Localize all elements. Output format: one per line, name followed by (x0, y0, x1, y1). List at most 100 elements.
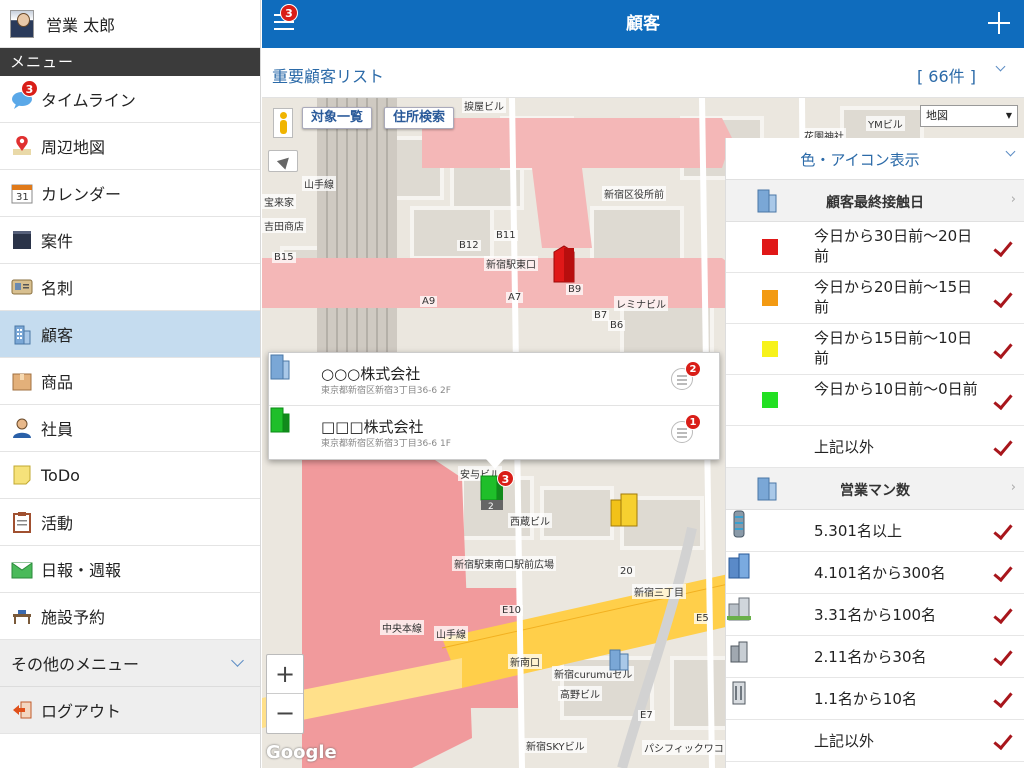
popup-customer-row[interactable]: ○○○株式会社 東京都新宿区新宿3丁目36-6 2F 2 (269, 353, 719, 406)
sidebar-item-facility-booking[interactable]: 施設予約 (0, 593, 260, 640)
top-bar: 3 顧客 (262, 0, 1024, 48)
map-label: 西蔵ビル (508, 513, 552, 528)
customer-marker-blue[interactable] (608, 646, 630, 672)
legend-label: 5.301名以上 (814, 522, 902, 540)
sidebar-item-employees[interactable]: 社員 (0, 405, 260, 452)
sidebar-item-timeline[interactable]: 3 タイムライン (0, 76, 260, 123)
logout-button[interactable]: ログアウト (0, 687, 260, 734)
medium-building-icon (727, 597, 751, 621)
business-card-icon (11, 276, 33, 298)
check-icon (993, 561, 1013, 583)
customer-name: ○○○株式会社 (321, 365, 421, 383)
legend-row[interactable]: 上記以外 (726, 720, 1024, 762)
legend-label: 今日から30日前〜20日前 (814, 227, 973, 265)
legend-section-last-contact[interactable]: 顧客最終接触日 › (726, 180, 1024, 222)
map-label: 吉田商店 (262, 218, 306, 233)
sidebar-item-label: 顧客 (41, 326, 74, 345)
large-building-icon (728, 553, 750, 579)
sidebar-item-calendar[interactable]: 31 カレンダー (0, 170, 260, 217)
color-swatch-red (762, 239, 778, 255)
legend-row[interactable]: 2.11名から30名 (726, 636, 1024, 678)
map-label: 山手線 (302, 176, 336, 191)
customer-marker-yellow[interactable] (609, 492, 641, 528)
calendar-icon: 31 (11, 182, 33, 204)
chevron-right-icon: › (1010, 192, 1016, 207)
facility-icon (11, 605, 33, 627)
map-label: 新宿SKYビル (524, 738, 587, 753)
legend-title: 色・アイコン表示 (800, 151, 920, 169)
sidebar-item-customers[interactable]: 顧客 (0, 311, 260, 358)
map-label: A9 (420, 296, 438, 307)
task-badge: 2 (685, 361, 701, 377)
legend-toggle[interactable]: 色・アイコン表示 (726, 138, 1024, 180)
legend-label: 今日から10日前〜0日前 (814, 380, 978, 398)
sidebar-item-nearby-map[interactable]: 周辺地図 (0, 123, 260, 170)
other-menu-toggle[interactable]: その他のメニュー (0, 640, 260, 687)
map-label: 新南口 (508, 654, 542, 669)
marker-badge: 3 (497, 470, 514, 487)
avatar (10, 9, 34, 38)
legend-row[interactable]: 5.301名以上 (726, 510, 1024, 552)
check-icon (993, 603, 1013, 625)
popup-customer-row[interactable]: □□□株式会社 東京都新宿区新宿3丁目36-6 1F 1 (269, 406, 719, 459)
timeline-badge: 3 (21, 80, 38, 97)
sidebar-item-activities[interactable]: 活動 (0, 499, 260, 546)
legend-label: 上記以外 (814, 438, 875, 456)
sidebar-item-todo[interactable]: ToDo (0, 452, 260, 499)
legend-row[interactable]: 今日から10日前〜0日前 (726, 375, 1024, 426)
legend-row[interactable]: 4.101名から300名 (726, 552, 1024, 594)
chevron-right-icon: › (1010, 480, 1016, 495)
tower-building-icon (733, 510, 745, 538)
map-label: B15 (272, 252, 296, 263)
legend-label: 今日から20日前〜15日前 (814, 278, 973, 316)
app: 営業 太郎 メニュー 3 タイムライン 周辺地図 31 カレンダー 案件 名刺 … (0, 0, 1024, 768)
sidebar-item-label: 商品 (41, 373, 74, 392)
page-title: 顧客 (626, 14, 660, 34)
sidebar-item-label: 社員 (41, 420, 74, 439)
list-name: 重要顧客リスト (272, 67, 385, 86)
map-view[interactable]: 新宿区役所前 新宿駅東口 レミナビル 山手線 宝来家 吉田商店 新宿駅東南口駅前… (262, 98, 1024, 768)
legend-row[interactable]: 今日から20日前〜15日前 (726, 273, 1024, 324)
address-search-button[interactable]: 住所検索 (384, 107, 455, 129)
legend-row[interactable]: 上記以外 (726, 426, 1024, 468)
sidebar-item-label: タイムライン (41, 91, 136, 110)
person-icon (11, 417, 33, 439)
map-label: 20 (618, 566, 635, 577)
zoom-control: + − (266, 654, 304, 734)
map-label: E7 (638, 710, 655, 721)
sidebar: 営業 太郎 メニュー 3 タイムライン 周辺地図 31 カレンダー 案件 名刺 … (0, 0, 261, 768)
sidebar-item-daily-weekly-report[interactable]: 日報・週報 (0, 546, 260, 593)
target-list-button[interactable]: 対象一覧 (302, 107, 373, 129)
chevron-down-icon (1005, 146, 1016, 157)
map-label: E10 (500, 605, 524, 616)
legend-label: 1.1名から10名 (814, 690, 917, 708)
list-selector[interactable]: 重要顧客リスト [ 66件 ] (262, 48, 1024, 98)
map-label: A7 (506, 292, 524, 303)
add-customer-button[interactable] (988, 12, 1010, 34)
legend-panel: 色・アイコン表示 顧客最終接触日 › 今日から30日前〜20日前 今日から20日… (725, 138, 1024, 768)
legend-section-sales-count[interactable]: 営業マン数 › (726, 468, 1024, 510)
street-view-pegman-icon[interactable] (273, 108, 293, 138)
zoom-out-button[interactable]: − (267, 694, 303, 733)
legend-row[interactable]: 今日から15日前〜10日前 (726, 324, 1024, 375)
clipboard-icon (11, 511, 33, 533)
map-label: パシフィックワコ (642, 740, 726, 755)
list-count: [ 66件 ] (916, 67, 976, 86)
locate-me-icon[interactable] (268, 150, 298, 172)
legend-row[interactable]: 1.1名から10名 (726, 678, 1024, 720)
user-profile[interactable]: 営業 太郎 (0, 0, 260, 48)
map-label: 高野ビル (558, 686, 602, 701)
map-type-select[interactable]: 地図 (920, 105, 1018, 127)
sidebar-item-business-cards[interactable]: 名刺 (0, 264, 260, 311)
map-label: B6 (608, 320, 626, 331)
zoom-in-button[interactable]: + (267, 655, 303, 694)
sidebar-item-deals[interactable]: 案件 (0, 217, 260, 264)
sidebar-item-label: 名刺 (41, 279, 74, 298)
legend-row[interactable]: 今日から30日前〜20日前 (726, 222, 1024, 273)
building-icon (11, 323, 33, 345)
sidebar-item-products[interactable]: 商品 (0, 358, 260, 405)
customer-popup: ○○○株式会社 東京都新宿区新宿3丁目36-6 2F 2 □□□株式会社 東京都… (268, 352, 720, 460)
legend-row[interactable]: 3.31名から100名 (726, 594, 1024, 636)
map-label: 捩屋ビル (462, 98, 506, 113)
customer-marker-red[interactable] (550, 244, 578, 284)
